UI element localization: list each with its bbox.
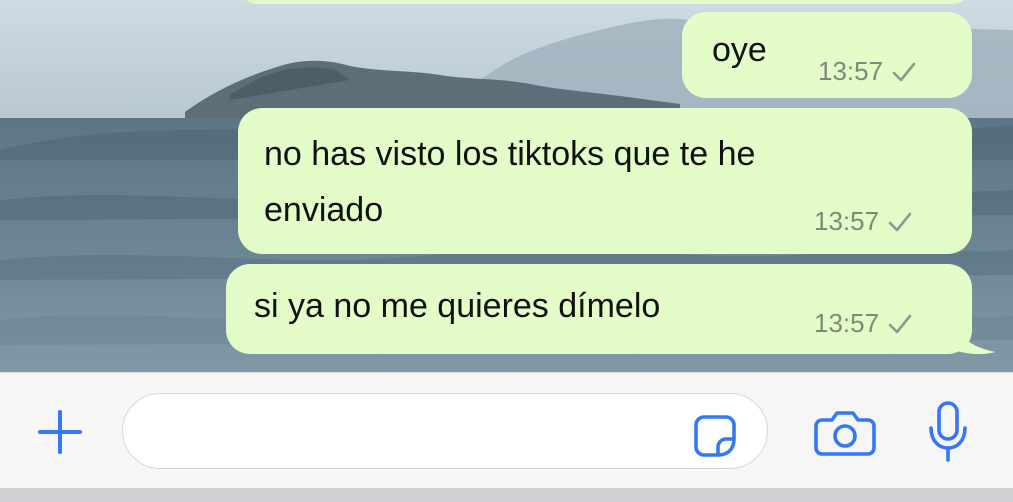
message-bubble[interactable]: no has visto los tiktoks que te he envia…: [238, 108, 972, 254]
message-bubble[interactable]: oye 13:57: [682, 12, 972, 98]
sticker-button[interactable]: [690, 411, 740, 461]
home-indicator-area: [0, 488, 1013, 502]
sent-check-icon: [888, 314, 912, 333]
message-text: si ya no me quieres dímelo: [254, 287, 661, 325]
bubble-tail: [950, 318, 996, 355]
sent-check-icon: [892, 62, 916, 81]
message-text: oye: [712, 31, 767, 69]
message-input[interactable]: [122, 393, 768, 469]
camera-button[interactable]: [812, 405, 878, 461]
chat-screen: oye 13:57 no has visto los tiktoks que t…: [0, 0, 1013, 502]
camera-icon: [814, 411, 876, 456]
attach-button[interactable]: [30, 407, 90, 457]
voice-message-button[interactable]: [920, 399, 976, 465]
plus-icon: [38, 410, 82, 454]
message-time: 13:57: [814, 206, 880, 236]
message-time: 13:57: [818, 56, 884, 86]
message-meta: 13:57: [814, 308, 913, 339]
message-text-line-2: enviado: [264, 191, 384, 229]
sticker-icon: [694, 415, 736, 457]
message-meta: 13:57: [814, 206, 913, 237]
microphone-icon: [929, 401, 967, 462]
message-text-line-1: no has visto los tiktoks que te he: [264, 135, 756, 173]
message-bubble[interactable]: si ya no me quieres dímelo 13:57: [226, 264, 972, 354]
message-composer-bar: [0, 372, 1013, 489]
previous-message-bubble-edge: [240, 0, 970, 4]
message-meta: 13:57: [818, 56, 917, 87]
message-time: 13:57: [814, 308, 880, 338]
sent-check-icon: [888, 212, 912, 231]
